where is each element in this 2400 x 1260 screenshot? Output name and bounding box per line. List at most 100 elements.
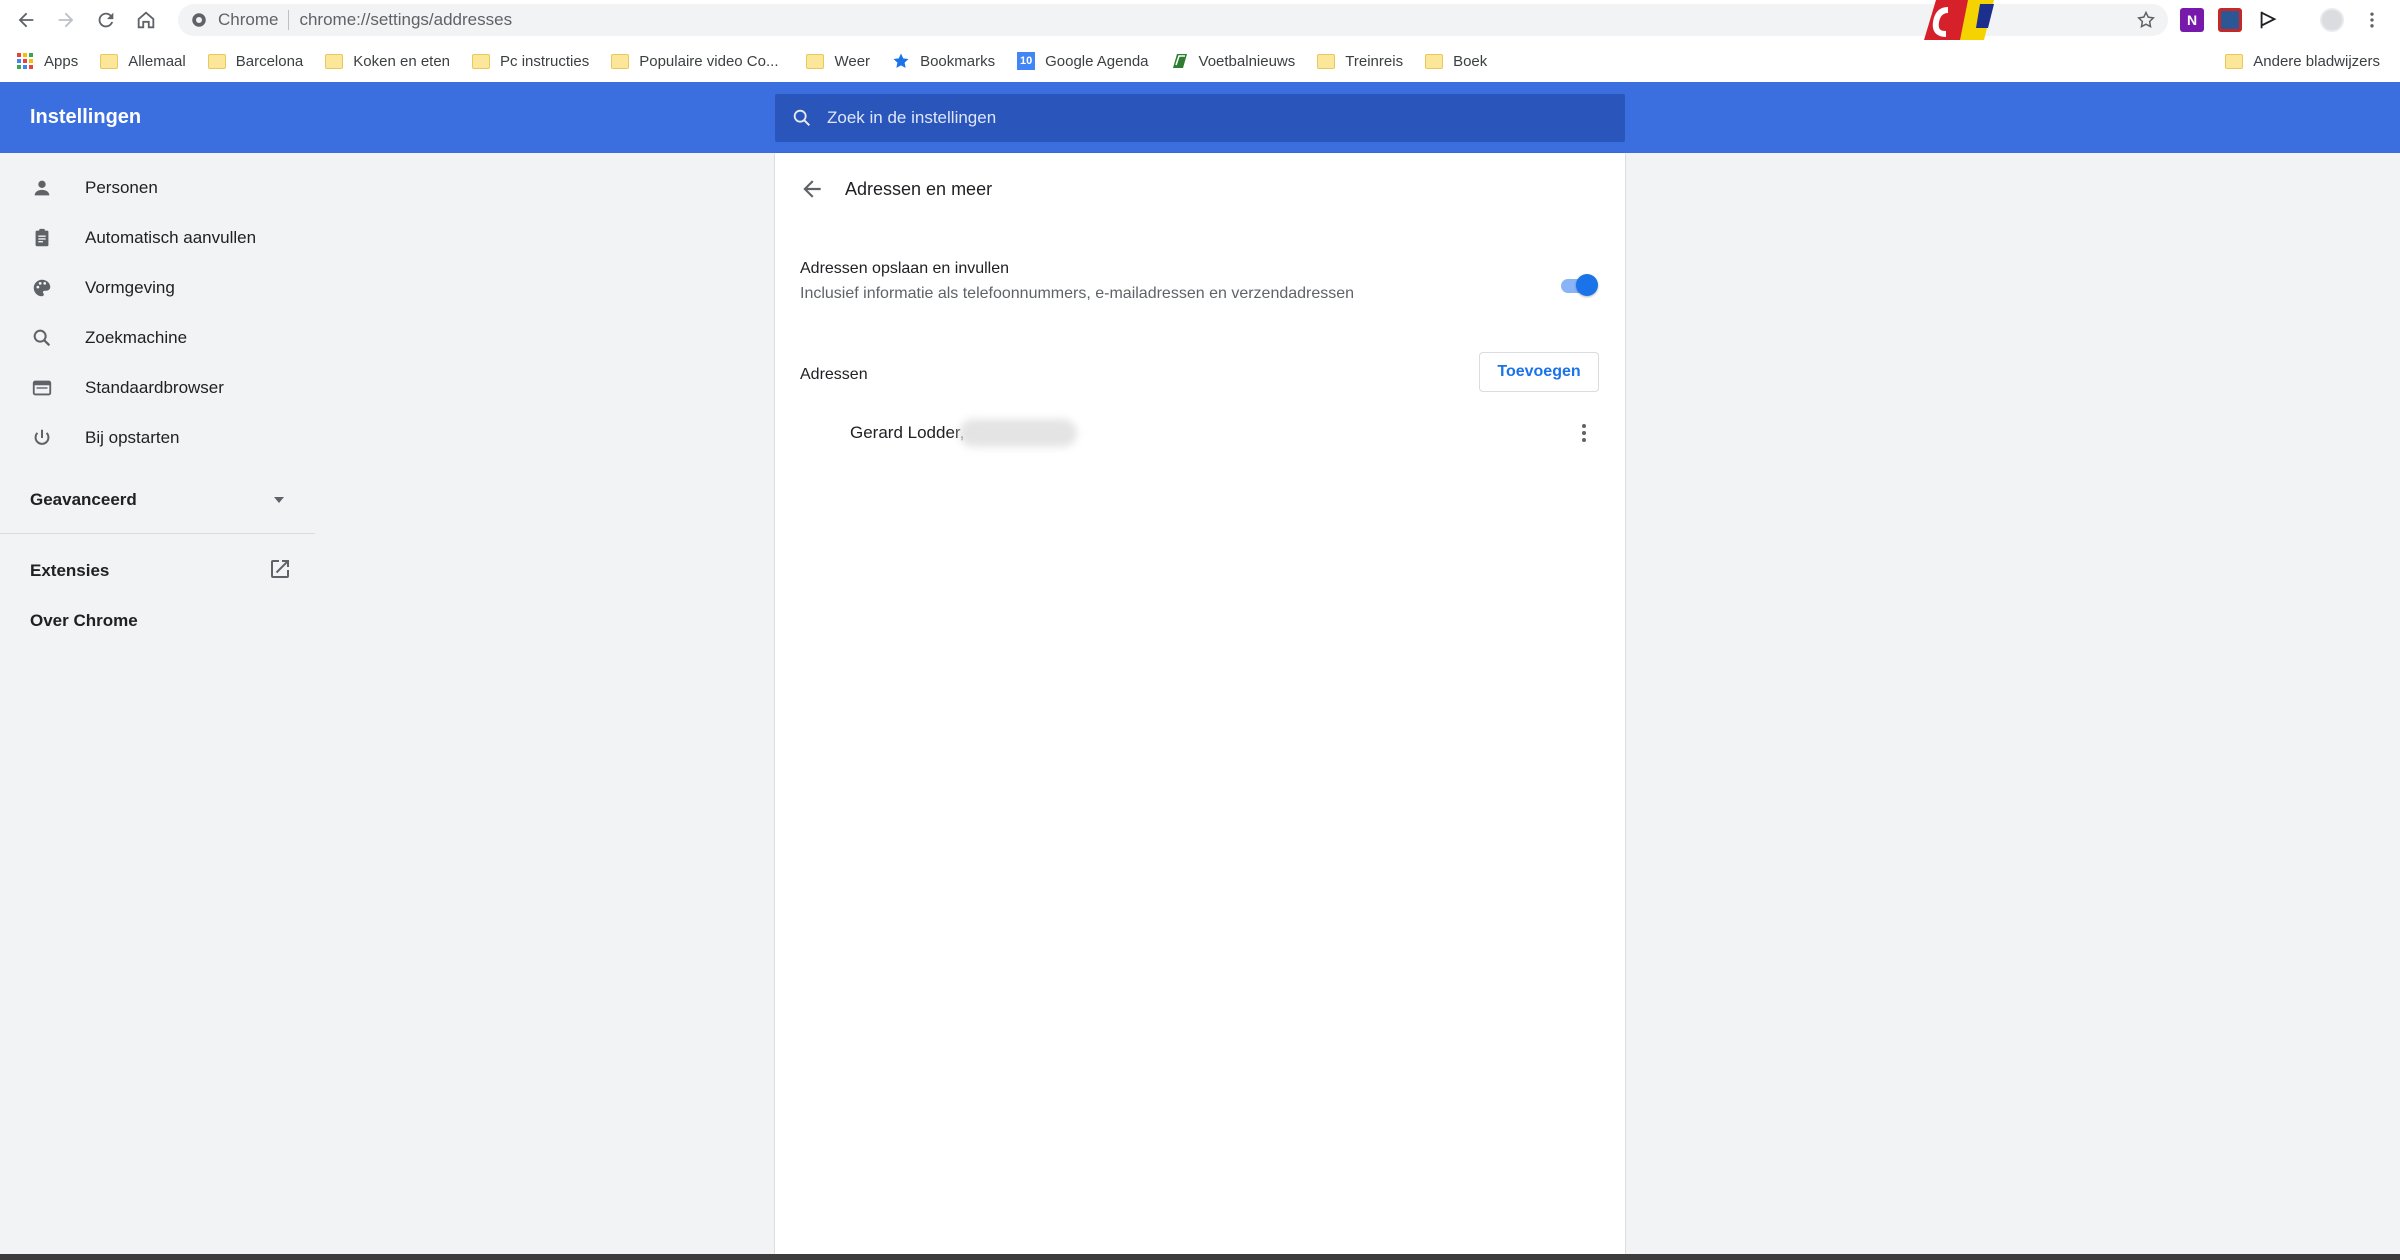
sidebar-advanced[interactable]: Geavanceerd — [30, 490, 137, 510]
toggle-title: Adressen opslaan en invullen — [800, 260, 1010, 277]
bookmark-label: Apps — [44, 52, 79, 70]
omnibox-separator — [288, 10, 290, 30]
browser-toolbar: Chrome chrome://settings/addresses N — [0, 0, 2400, 40]
extension-icons: N — [2180, 0, 2280, 40]
bookmark-folder-allemaal[interactable]: Allemaal — [92, 46, 194, 76]
palette-icon — [33, 279, 51, 297]
sidebar-item-vormgeving[interactable]: Vormgeving — [0, 263, 315, 313]
power-icon — [34, 429, 50, 445]
folder-icon — [207, 53, 226, 69]
bookmark-label: Boek — [1453, 52, 1488, 70]
search-icon — [793, 109, 811, 127]
forward-arrow-icon — [58, 12, 74, 28]
bookmark-folder-treinreis[interactable]: Treinreis — [1309, 46, 1411, 76]
site-name: Chrome — [218, 10, 279, 29]
save-addresses-toggle[interactable] — [1559, 273, 1598, 297]
settings-search[interactable] — [775, 94, 1625, 142]
addresses-section-label: Adressen — [800, 366, 868, 383]
page-title: Instellingen — [30, 106, 142, 128]
more-options-icon[interactable] — [1572, 421, 1596, 445]
reload-icon — [98, 12, 114, 28]
bookmark-folder-populaire-video[interactable]: Populaire video Co... — [603, 46, 786, 76]
folder-icon — [1317, 53, 1336, 69]
bookmark-folder-barcelona[interactable]: Barcelona — [200, 46, 312, 76]
chrome-site-icon — [192, 13, 206, 27]
person-icon — [34, 180, 50, 196]
sidebar-item-zoekmachine[interactable]: Zoekmachine — [0, 313, 315, 363]
back-arrow-icon — [18, 12, 34, 28]
bookmark-label: Treinreis — [1345, 52, 1404, 70]
folder-icon — [472, 53, 491, 69]
folder-icon — [1425, 53, 1444, 69]
sidebar-item-bij-opstarten[interactable]: Bij opstarten — [0, 413, 315, 463]
sidebar-extensions[interactable]: Extensies — [30, 561, 109, 581]
search-icon — [33, 329, 51, 347]
window-bottom-edge — [0, 1254, 2400, 1260]
star-icon — [893, 53, 909, 68]
bookmark-label: Koken en eten — [353, 52, 451, 70]
sidebar-about-chrome[interactable]: Over Chrome — [30, 611, 138, 631]
add-address-button[interactable]: Toevoegen — [1479, 352, 1599, 392]
bookmark-folder-weer[interactable]: Weer — [798, 46, 878, 76]
sidebar-item-label: Standaardbrowser — [85, 378, 224, 397]
bookmark-voetbalnieuws[interactable]: Voetbalnieuws — [1163, 46, 1304, 76]
back-arrow-icon[interactable] — [799, 176, 825, 202]
address-bar[interactable]: Chrome chrome://settings/addresses — [178, 4, 2168, 36]
toggle-knob — [1576, 274, 1598, 296]
bookmark-label: Bookmarks — [920, 52, 996, 70]
home-button[interactable] — [126, 0, 166, 40]
bookmark-bookmarks[interactable]: Bookmarks — [884, 46, 1003, 76]
extension-red-blue-icon[interactable] — [2218, 8, 2242, 32]
sidebar-divider — [0, 533, 315, 534]
toggle-subtitle: Inclusief informatie als telefoonnummers… — [800, 285, 1355, 302]
chevron-down-icon[interactable] — [272, 493, 286, 507]
bookmark-google-agenda[interactable]: 10 Google Agenda — [1009, 46, 1156, 76]
bookmark-apps[interactable]: Apps — [8, 46, 86, 76]
reload-button[interactable] — [86, 0, 126, 40]
settings-header: Instellingen — [0, 82, 2400, 153]
sidebar-item-autofill[interactable]: Automatisch aanvullen — [0, 213, 315, 263]
home-icon — [137, 11, 155, 29]
search-input[interactable] — [827, 98, 1625, 138]
folder-icon — [806, 53, 825, 69]
url-text[interactable]: chrome://settings/addresses — [299, 10, 512, 30]
open-in-new-icon[interactable] — [268, 557, 292, 581]
folder-icon — [611, 53, 630, 69]
back-button[interactable] — [6, 0, 46, 40]
bookmark-label: Voetbalnieuws — [1198, 52, 1296, 70]
apps-grid-icon — [17, 53, 33, 69]
folder-icon — [325, 53, 344, 69]
bookmark-star-icon[interactable] — [2136, 10, 2156, 30]
clipboard-icon — [35, 228, 49, 247]
bookmark-label: Pc instructies — [500, 52, 590, 70]
bookmark-label: Google Agenda — [1045, 52, 1149, 70]
bookmark-label: Andere bladwijzers — [2253, 52, 2380, 70]
address-redacted — [959, 419, 1077, 447]
ct-logo-extension[interactable] — [1918, 0, 2022, 40]
bookmark-folder-koken[interactable]: Koken en eten — [317, 46, 458, 76]
ct-logo-icon — [1924, 0, 1994, 40]
bookmarks-bar: Apps Allemaal Barcelona Koken en eten Pc… — [0, 40, 2400, 82]
addresses-card: Adressen en meer Adressen opslaan en inv… — [775, 153, 1625, 1255]
sidebar-item-standaardbrowser[interactable]: Standaardbrowser — [0, 363, 315, 413]
bookmark-label: Allemaal — [128, 52, 186, 70]
profile-avatar[interactable] — [2320, 8, 2344, 32]
chrome-menu-icon[interactable] — [2360, 8, 2384, 32]
sidebar-item-label: Personen — [85, 178, 158, 197]
folder-icon — [2225, 53, 2244, 69]
bookmark-label: Barcelona — [235, 52, 304, 70]
address-entry-name: Gerard Lodder, — [850, 423, 965, 442]
cast-flag-icon[interactable] — [2256, 8, 2280, 32]
sidebar-item-label: Vormgeving — [85, 278, 175, 297]
browser-icon — [32, 380, 52, 396]
bookmark-folder-pc-instructies[interactable]: Pc instructies — [464, 46, 597, 76]
calendar-icon: 10 — [1017, 52, 1036, 70]
onenote-icon[interactable]: N — [2180, 8, 2204, 32]
bookmark-folder-boek[interactable]: Boek — [1417, 46, 1495, 76]
bookmark-other-folder[interactable]: Andere bladwijzers — [2217, 46, 2388, 76]
sidebar-item-personen[interactable]: Personen — [0, 163, 315, 213]
sidebar-item-label: Zoekmachine — [85, 328, 188, 347]
settings-sidebar: Personen Automatisch aanvullen Vormgevin… — [0, 153, 315, 1253]
subpage-title: Adressen en meer — [845, 179, 993, 199]
forward-button[interactable] — [46, 0, 86, 40]
